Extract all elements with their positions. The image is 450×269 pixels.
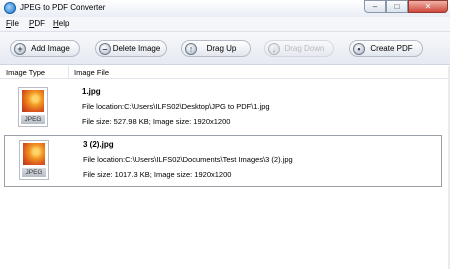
create-pdf-glyph: •: [357, 43, 361, 54]
menu-pdf-label: DF: [34, 19, 46, 28]
arrow-down-glyph: ↓: [271, 43, 277, 54]
menu-help[interactable]: Help: [53, 19, 69, 28]
create-pdf-label: Create PDF: [370, 44, 413, 53]
create-pdf-button[interactable]: • Create PDF: [349, 40, 423, 57]
minus-glyph: –: [102, 43, 108, 54]
list-item[interactable]: JPEG 1.jpg File location:C:\Users\ILFS02…: [4, 83, 442, 135]
list-item-selected[interactable]: JPEG 3 (2).jpg File location:C:\Users\IL…: [4, 135, 442, 187]
menu-file[interactable]: File: [6, 19, 19, 28]
menu-help-label: elp: [58, 19, 70, 28]
plus-icon: +: [14, 42, 26, 55]
delete-image-label: Delete Image: [112, 44, 161, 53]
menu-bar: File PDF Help: [0, 17, 450, 32]
window-title: JPEG to PDF Converter: [20, 3, 106, 12]
list-header: Image Type Image File: [0, 66, 450, 79]
minus-icon: –: [99, 42, 111, 55]
menu-file-label: ile: [10, 19, 19, 28]
drag-down-label: Drag Down: [284, 44, 325, 53]
file-size-info: File size: 527.98 KB; Image size: 1920x1…: [82, 117, 231, 126]
jpeg-badge: JPEG: [21, 115, 45, 124]
image-list[interactable]: Image Type Image File JPEG 1.jpg File lo…: [0, 66, 450, 269]
app-window: JPEG to PDF Converter – □ ✕ File PDF Hel…: [0, 0, 450, 269]
maximize-button[interactable]: □: [386, 0, 408, 13]
jpeg-thumbnail-image: [22, 90, 44, 112]
file-location: File location:C:\Users\ILFS02\Desktop\JP…: [82, 102, 270, 111]
add-image-button[interactable]: + Add Image: [10, 40, 80, 57]
file-name: 1.jpg: [82, 87, 101, 96]
column-image-file[interactable]: Image File: [74, 68, 109, 77]
minimize-button[interactable]: –: [364, 0, 386, 13]
title-bar[interactable]: JPEG to PDF Converter – □ ✕: [0, 0, 450, 18]
close-button[interactable]: ✕: [408, 0, 448, 13]
drag-up-label: Drag Up: [206, 44, 237, 53]
plus-glyph: +: [17, 43, 23, 54]
jpeg-file-icon: JPEG: [18, 87, 48, 127]
jpeg-thumbnail-image: [23, 143, 45, 165]
window-controls: – □ ✕: [364, 0, 448, 13]
create-pdf-icon: •: [353, 42, 365, 55]
menu-pdf[interactable]: PDF: [29, 19, 45, 28]
toolbar: + Add Image – Delete Image ↑ Drag Up ↓ D…: [0, 32, 450, 65]
arrow-up-icon: ↑: [185, 42, 197, 55]
add-image-label: Add Image: [31, 44, 70, 53]
file-name: 3 (2).jpg: [83, 140, 114, 149]
drag-up-button[interactable]: ↑ Drag Up: [181, 40, 251, 57]
drag-down-button[interactable]: ↓ Drag Down: [264, 40, 334, 57]
arrow-down-icon: ↓: [268, 42, 280, 55]
arrow-up-glyph: ↑: [188, 43, 194, 54]
app-logo-icon: [4, 2, 16, 14]
column-image-type[interactable]: Image Type: [6, 68, 45, 77]
delete-image-button[interactable]: – Delete Image: [95, 40, 167, 57]
jpeg-file-icon: JPEG: [19, 140, 49, 180]
file-location: File location:C:\Users\ILFS02\Documents\…: [83, 155, 293, 164]
column-divider[interactable]: [68, 66, 69, 78]
jpeg-badge: JPEG: [22, 168, 46, 177]
file-size-info: File size: 1017.3 KB; Image size: 1920x1…: [83, 170, 232, 179]
